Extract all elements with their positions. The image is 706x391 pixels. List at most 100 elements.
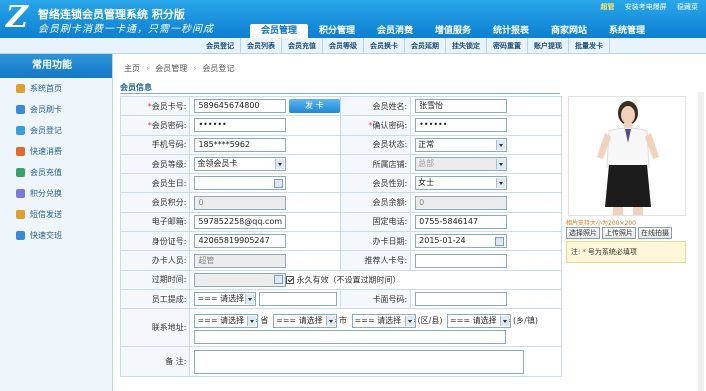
- calendar-icon: [274, 275, 284, 285]
- phone-input[interactable]: 185****5962: [194, 137, 287, 152]
- email-input[interactable]: 597852258@qq.com: [194, 214, 287, 229]
- tab-member-consumption[interactable]: 会员消费: [366, 24, 424, 38]
- sidebar-item-home[interactable]: 系统首页: [0, 78, 112, 99]
- chevron-down-icon: [325, 315, 335, 326]
- sidebar: 常用功能 系统首页 会员刷卡 会员登记 快速消费 会员充值 积分兑换 短信发送 …: [0, 54, 113, 391]
- referrer-label: 推荐人卡号:: [340, 250, 412, 271]
- tab-value-added[interactable]: 增值服务: [424, 24, 482, 38]
- sidebar-item-label: 快速交班: [30, 231, 62, 240]
- province-select[interactable]: === 请选择 ===: [194, 313, 259, 328]
- main-tabs: 会员管理 积分管理 会员消费 增值服务 统计报表 商家网站 系统管理: [250, 24, 656, 38]
- phone-label: 手机号码:: [119, 134, 191, 155]
- district-unit: (区/县): [417, 316, 443, 326]
- tab-reports[interactable]: 统计报表: [482, 24, 540, 38]
- subnav-report-loss[interactable]: 挂失锁定: [446, 38, 487, 54]
- note-text: 号为系统必填项: [587, 248, 637, 256]
- password-label: *会员密码:: [119, 115, 191, 136]
- issue-date-input[interactable]: 2015-01-24: [415, 234, 508, 249]
- sidebar-item-points-exchange[interactable]: 积分兑换: [0, 183, 112, 204]
- subnav-batch-issue[interactable]: 批量发卡: [569, 38, 610, 54]
- confirm-password-input[interactable]: ••••••: [415, 118, 508, 133]
- staff-input[interactable]: [258, 292, 337, 307]
- sidebar-item-sms[interactable]: 短信发送: [0, 204, 112, 225]
- tab-points-management[interactable]: 积分管理: [308, 24, 366, 38]
- recharge-icon: [16, 168, 25, 177]
- breadcrumb-member-management[interactable]: 会员管理: [155, 60, 187, 78]
- sidebar-item-label: 短信发送: [30, 210, 62, 219]
- sidebar-item-quick-consume[interactable]: 快速消费: [0, 141, 112, 162]
- gender-label: 会员性别:: [340, 173, 412, 194]
- subnav-withdraw[interactable]: 账户提现: [528, 38, 569, 54]
- tab-merchant-site[interactable]: 商家网站: [540, 24, 598, 38]
- status-select[interactable]: 正常: [415, 137, 508, 152]
- home-icon: [16, 84, 25, 93]
- chevron-down-icon: [245, 294, 255, 305]
- breadcrumb: 主页 › 会员管理 › 会员登记: [118, 60, 240, 78]
- chevron-down-icon: [496, 159, 506, 170]
- cardface-input[interactable]: [415, 292, 508, 307]
- subnav-card-exchange[interactable]: 会员换卡: [364, 38, 405, 54]
- capture-photo-button[interactable]: 在线拍摄: [638, 227, 672, 239]
- vertical-scrollbar[interactable]: [698, 92, 704, 391]
- birthday-input[interactable]: [194, 176, 287, 191]
- sidebar-item-label: 会员登记: [30, 126, 62, 135]
- sidebar-item-label: 系统首页: [30, 84, 62, 93]
- points-label: 会员积分:: [119, 192, 191, 213]
- status-label: 会员状态:: [340, 134, 412, 155]
- subnav-member-register[interactable]: 会员登记: [200, 38, 241, 54]
- cart-icon: [16, 147, 25, 156]
- issue-date-label: 办卡日期:: [340, 231, 412, 252]
- calendar-icon[interactable]: [495, 236, 505, 246]
- points-input: 0: [194, 195, 287, 210]
- referrer-input[interactable]: [415, 253, 508, 268]
- address-detail-input[interactable]: [194, 329, 507, 344]
- name-label: 会员姓名:: [340, 95, 412, 117]
- district-select[interactable]: === 请选择 ===: [351, 313, 416, 328]
- cardface-label: 卡面号码:: [340, 288, 412, 310]
- subnav-member-level[interactable]: 会员等级: [323, 38, 364, 54]
- permanent-label: 永久有效（不设置过期时间）: [296, 275, 401, 285]
- tel-label: 固定电话:: [340, 211, 412, 233]
- store-select: 总部: [415, 157, 508, 172]
- breadcrumb-current: 会员登记: [202, 64, 235, 73]
- photo-buttons: 选择照片 上传照片 在线拍摄: [566, 227, 672, 239]
- subnav-member-extend[interactable]: 会员延期: [405, 38, 446, 54]
- subnav-member-recharge[interactable]: 会员充值: [282, 38, 323, 54]
- town-select[interactable]: === 请选择 ===: [447, 313, 512, 328]
- choose-photo-button[interactable]: 选择照片: [566, 227, 600, 239]
- tab-member-management[interactable]: 会员管理: [250, 24, 308, 38]
- issue-card-button[interactable]: 发 卡: [288, 99, 340, 114]
- sidebar-item-register[interactable]: 会员登记: [0, 120, 112, 141]
- header-link-hide[interactable]: 稳藏菜: [677, 3, 698, 11]
- sub-navigation: 会员登记 会员列表 会员充值 会员等级 会员换卡 会员延期 挂失锁定 密码重置 …: [0, 38, 706, 54]
- city-select[interactable]: === 请选择 ===: [272, 313, 337, 328]
- section-title: 会员信息: [120, 82, 560, 94]
- sidebar-item-recharge[interactable]: 会员充值: [0, 162, 112, 183]
- breadcrumb-home[interactable]: 主页: [124, 60, 140, 78]
- name-input[interactable]: 张雪怡: [415, 99, 508, 114]
- upload-photo-button[interactable]: 上传照片: [602, 227, 636, 239]
- calendar-icon[interactable]: [274, 178, 284, 188]
- subnav-member-list[interactable]: 会员列表: [241, 38, 282, 54]
- sidebar-item-shift[interactable]: 快速交班: [0, 225, 112, 246]
- chevron-down-icon: [247, 315, 257, 326]
- staff-select[interactable]: === 请选择 ===: [194, 292, 257, 307]
- idcard-input[interactable]: 42065819905247: [194, 234, 287, 249]
- sidebar-item-swipe-card[interactable]: 会员刷卡: [0, 99, 112, 120]
- password-input[interactable]: ••••••: [194, 118, 287, 133]
- gender-select[interactable]: 女士: [415, 176, 508, 191]
- remark-label: 备 注:: [119, 346, 191, 378]
- gift-icon: [16, 189, 25, 198]
- chevron-down-icon: [496, 178, 506, 189]
- card-no-input[interactable]: 589645674800: [194, 99, 287, 114]
- level-select[interactable]: 金领会员卡: [194, 157, 287, 172]
- permanent-checkbox[interactable]: [285, 275, 294, 284]
- header-link-install[interactable]: 安装考电爆屏: [625, 3, 667, 11]
- card-icon: [16, 105, 25, 114]
- tab-system[interactable]: 系统管理: [598, 24, 656, 38]
- sidebar-item-label: 积分兑换: [30, 189, 62, 198]
- subnav-password-reset[interactable]: 密码重置: [487, 38, 528, 54]
- tel-input[interactable]: 0755-5846147: [415, 214, 508, 229]
- chevron-down-icon: [496, 139, 506, 150]
- remark-textarea[interactable]: [194, 349, 525, 374]
